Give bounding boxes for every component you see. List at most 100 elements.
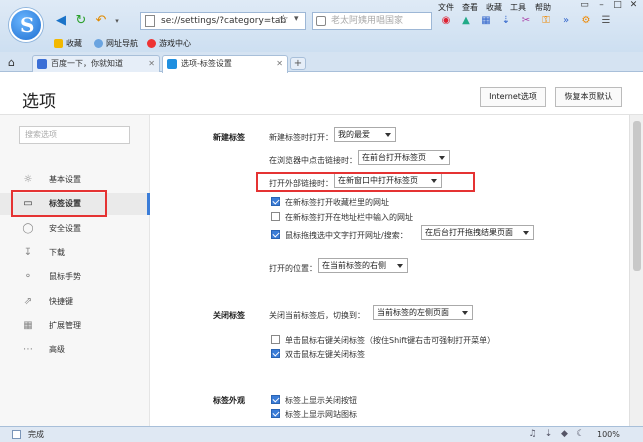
checkbox-double-click-close[interactable]	[271, 349, 280, 358]
search-input[interactable]: 老太阿姨用唱国家	[312, 12, 432, 30]
menu-file[interactable]: 文件	[438, 2, 454, 13]
checkbox-open-address-new-tab[interactable]	[271, 212, 280, 221]
back-button[interactable]: ◀	[54, 14, 68, 28]
checkbox-open-favorites-new-tab[interactable]	[271, 197, 280, 206]
restore-defaults-button[interactable]: 恢复本页默认	[555, 87, 622, 107]
sidebar-search-input[interactable]: 搜索选项	[19, 126, 130, 144]
checkbox-label: 双击鼠标左键关闭标签	[285, 350, 365, 359]
bookmark-favorites[interactable]: 收藏	[54, 38, 82, 49]
vertical-scrollbar[interactable]	[629, 115, 643, 426]
close-window-icon[interactable]: ✕	[626, 0, 641, 10]
address-dropdown-icon[interactable]: ▾	[294, 14, 299, 24]
external-link-highlight-box	[256, 172, 475, 192]
zoom-level[interactable]: 100%	[597, 427, 620, 442]
scrollbar-thumb[interactable]	[633, 121, 641, 271]
gear-icon: ☼	[23, 174, 33, 185]
sidebar-item-shortcut[interactable]: ⇗ 快捷键	[0, 291, 150, 313]
page-status-icon	[12, 430, 21, 439]
star-icon	[54, 39, 63, 48]
more-icon: ⋯	[23, 344, 33, 355]
sidebar-item-extensions[interactable]: ▦ 扩展管理	[0, 315, 150, 337]
bookmark-nav[interactable]: 网址导航	[94, 38, 138, 49]
checkbox-label: 在新标签打开收藏栏里的网址	[285, 198, 389, 207]
undo-dropdown-icon[interactable]: ▾	[110, 14, 124, 28]
section-title-appearance: 标签外观	[213, 396, 245, 405]
new-tab-open-label: 新建标签时打开：	[269, 133, 333, 142]
menu-view[interactable]: 查看	[462, 2, 478, 13]
checkbox-label: 标签上显示关闭按钮	[285, 396, 357, 405]
drag-open-select[interactable]: 在后台打开拖拽结果页面	[421, 225, 534, 240]
checkbox-right-click-close[interactable]	[271, 335, 280, 344]
key-tool-icon[interactable]: ⚿	[540, 15, 552, 27]
menu-list-icon[interactable]: ☰	[600, 15, 612, 27]
logo-letter: S	[20, 13, 35, 37]
volume-icon[interactable]: ♫	[527, 429, 538, 440]
maximize-icon[interactable]: □	[610, 0, 625, 10]
sidebar-item-advanced[interactable]: ⋯ 高级	[0, 339, 150, 361]
tab-baidu[interactable]: 百度一下，你就知道 ✕	[32, 55, 160, 72]
chevron-down-icon	[523, 231, 529, 235]
after-close-label: 关闭当前标签后，切换到：	[269, 311, 365, 320]
minimize-icon[interactable]: –	[594, 0, 609, 10]
chevron-down-icon	[439, 156, 445, 160]
internet-options-button[interactable]: Internet选项	[480, 87, 546, 107]
page-icon	[145, 15, 155, 27]
menu-tools[interactable]: 工具	[510, 2, 526, 13]
globe-icon	[94, 39, 103, 48]
menu-help[interactable]: 帮助	[535, 2, 551, 13]
settings-page: 选项 Internet选项 恢复本页默认 搜索选项 ☼ 基本设置 ▭ 标签设置 ◯ 安…	[0, 73, 643, 426]
menu-favorites[interactable]: 收藏	[486, 2, 502, 13]
click-link-label: 在浏览器中点击链接时：	[269, 156, 357, 165]
sidebar-item-security[interactable]: ◯ 安全设置	[0, 218, 150, 240]
status-bar: 完成 ♫ ⇣ ◆ ☾ 100%	[0, 426, 643, 442]
chevron-down-icon	[385, 133, 391, 137]
mouse-gesture-icon: ⚬	[23, 271, 33, 282]
close-tab-icon[interactable]: ✕	[276, 56, 283, 72]
close-tab-icon[interactable]: ✕	[148, 56, 155, 72]
baidu-favicon-icon	[37, 59, 47, 69]
checkbox-show-close-button[interactable]	[271, 395, 280, 404]
chevron-down-icon	[397, 264, 403, 268]
new-tab-open-select[interactable]: 我的最爱	[334, 127, 396, 142]
new-tab-button[interactable]: +	[290, 57, 306, 70]
checkbox-label: 单击鼠标右键关闭标签（按住Shift键右击可强制打开菜单）	[285, 336, 496, 345]
tools-more-icon[interactable]: »	[560, 15, 572, 27]
grid-tool-icon[interactable]: ▦	[480, 15, 492, 27]
speed-tool-icon[interactable]: ▲	[460, 15, 472, 27]
night-mode-icon[interactable]: ☾	[575, 429, 586, 440]
checkbox-label: 在新标签打开在地址栏中输入的网址	[285, 213, 413, 222]
search-placeholder: 老太阿姨用唱国家	[331, 16, 404, 26]
tab-settings[interactable]: 选项-标签设置 ✕	[162, 55, 288, 73]
home-icon[interactable]: ⌂	[8, 56, 15, 69]
browser-logo: S	[9, 8, 43, 42]
checkbox-drag-open[interactable]	[271, 230, 280, 239]
compat-mode-icon[interactable]: ◆	[559, 429, 570, 440]
download-status-icon[interactable]: ⇣	[543, 429, 554, 440]
checkbox-label: 鼠标拖拽选中文字打开网址/搜索：	[285, 231, 408, 240]
click-link-select[interactable]: 在前台打开标签页	[358, 150, 450, 165]
position-label: 打开的位置：	[269, 264, 317, 273]
sidebar-item-basic[interactable]: ☼ 基本设置	[0, 169, 150, 191]
active-indicator	[147, 193, 150, 215]
favorite-star-icon[interactable]: ☆	[278, 12, 289, 26]
screenshot-tool-icon[interactable]: ✂	[520, 15, 532, 27]
sidebar-item-mouse-gesture[interactable]: ⚬ 鼠标手势	[0, 266, 150, 288]
game-icon	[147, 39, 156, 48]
page-title: 选项	[22, 92, 56, 112]
search-engine-icon	[316, 16, 326, 26]
gear-tool-icon[interactable]: ⚙	[580, 15, 592, 27]
refresh-button[interactable]: ↻	[74, 14, 88, 28]
undo-icon[interactable]: ↶	[94, 14, 108, 28]
settings-sidebar: 搜索选项 ☼ 基本设置 ▭ 标签设置 ◯ 安全设置 ↧ 下载 ⚬ 鼠标手势 ⇗ 快捷键 ▦ 扩…	[0, 115, 150, 426]
download-tool-icon[interactable]: ⇣	[500, 15, 512, 27]
section-title-new-tab: 新建标签	[213, 133, 245, 142]
window-skin-icon[interactable]: ▭	[577, 0, 592, 10]
after-close-select[interactable]: 当前标签的左侧页面	[373, 305, 473, 320]
chevron-down-icon	[462, 311, 468, 315]
sidebar-item-download[interactable]: ↧ 下载	[0, 242, 150, 264]
shield-tool-icon[interactable]: ◉	[440, 15, 452, 27]
extensions-icon: ▦	[23, 320, 33, 331]
checkbox-show-favicon[interactable]	[271, 409, 280, 418]
bookmark-games[interactable]: 游戏中心	[147, 38, 191, 49]
position-select[interactable]: 在当前标签的右侧	[318, 258, 408, 273]
